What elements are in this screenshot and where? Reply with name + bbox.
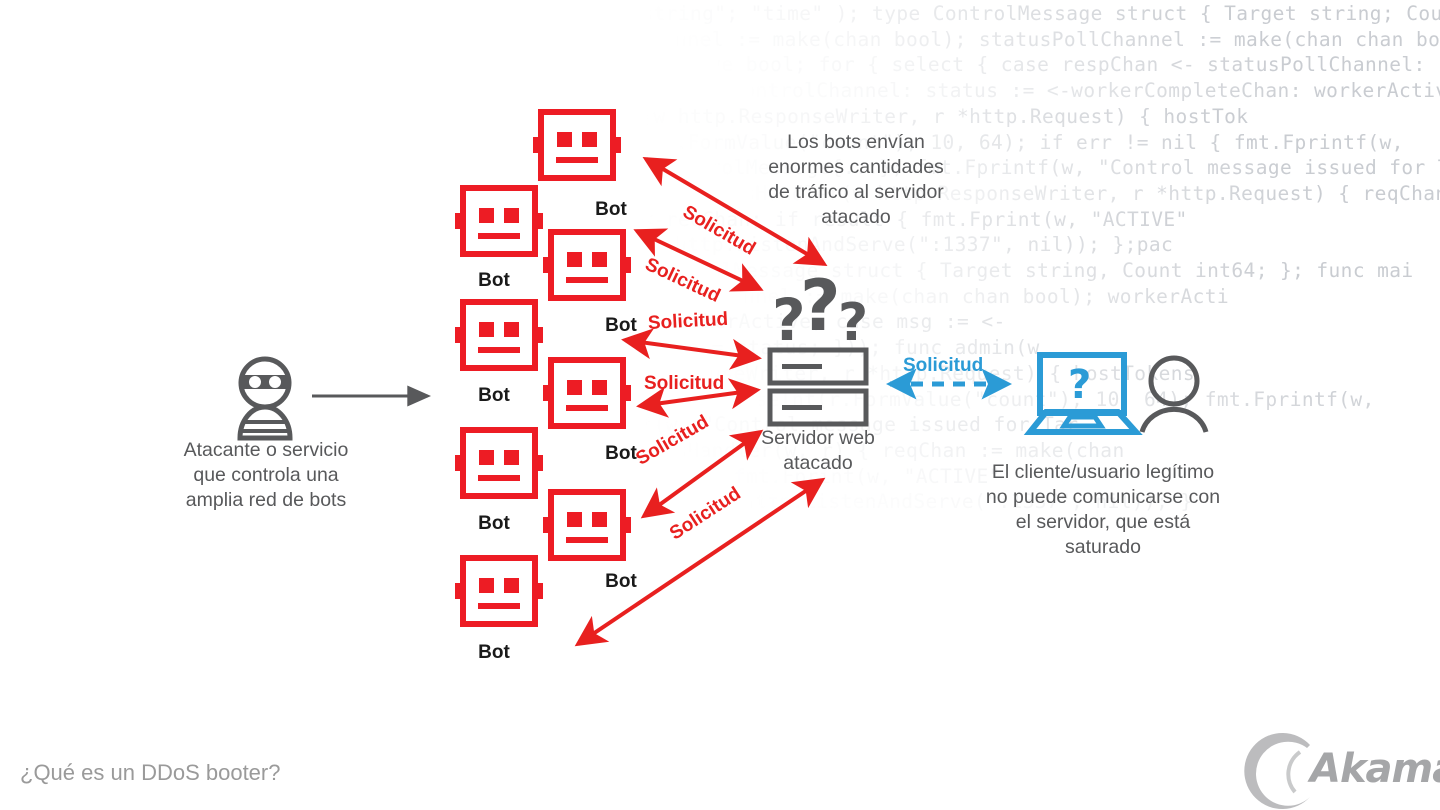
bot-icon [533,112,621,178]
bot-icon [455,302,543,368]
bot-icon [543,492,631,558]
background-code-line: log.Fatal(http.ListenAndServe(":1337", n… [554,233,1174,257]
svg-text:?: ? [800,265,841,347]
client-request-label: Solicitud [903,355,984,376]
attack-request-label: Solicitud [647,308,729,334]
attack-request-label: Solicitud [632,411,713,470]
svg-text:?: ? [772,286,806,354]
diagram-canvas: urlParam "string"; "time" ); type Contro… [0,0,1440,810]
client-label-line: El cliente/usuario legítimo [991,461,1215,483]
background-code-line: workerActive bool; for { select { case r… [588,53,1440,77]
svg-text:?: ? [1068,362,1091,408]
masked-attacker-icon [237,356,293,441]
background-code-line: msg := <-controlChannel: status := <-wor… [622,79,1440,103]
background-code-line: cm := ControlMessage{...}; fmt.Fprintf(w… [588,156,1440,180]
akamai-swoosh-icon [1244,733,1310,809]
akamai-wordmark: Akamai [1310,746,1440,792]
traffic-callout-line: atacado [821,206,891,228]
background-code-line: ParseInt(r.FormValue("count"), 10, 64); … [554,130,1404,154]
bot-icon [455,430,543,496]
attacker-label-line: amplia red de bots [185,489,347,511]
diagram-graphics: ? ? ? ? [237,0,1310,809]
background-code-line: controlChannel := make(chan bool); statu… [554,27,1440,51]
bot-icon [543,360,631,426]
attack-arrow [621,328,762,370]
attack-request-label: Solicitud [644,373,725,394]
bot-label: Bot [595,199,627,220]
bot-label: Bot [478,513,510,534]
traffic-callout-line: enormes cantidades [768,156,944,178]
background-code-line: func admin(w http.ResponseWriter, r *htt… [520,104,1249,128]
background-code-line: strconv.ParseInt(r.FormValue("count"), 1… [622,387,1375,411]
server-label-line: atacado [783,452,853,474]
bot-label: Bot [478,642,510,663]
traffic-callout-text: Los bots envían enormes cantidades de tr… [745,130,967,230]
traffic-callout-line: Los bots envían [787,131,925,153]
client-label-line: el servidor, que está [1015,511,1191,533]
svg-text:?: ? [838,293,868,353]
question-marks-icon: ? ? ? [772,265,868,354]
laptop-question-icon: ? [1023,352,1143,435]
bot-icon [455,558,543,624]
attacker-label: Atacante o servicio que controla una amp… [148,438,384,513]
bot-label: Bot [605,315,637,336]
background-code-line: type ControlMessage struct { Target stri… [588,259,1414,282]
attacker-label-line: Atacante o servicio [183,439,349,461]
background-code-line: urlParam "string"; "time" ); type Contro… [520,2,1440,25]
client-label-line: no puede comunicarse con [985,486,1221,508]
server-stack-icon [767,347,869,427]
bot-icon [543,232,631,298]
client-label: El cliente/usuario legítimo no puede com… [960,460,1246,560]
client-label-line: saturado [1065,536,1141,558]
bot-label: Bot [605,571,637,592]
page-title: ¿Qué es un DDoS booter? [20,760,281,785]
traffic-callout-line: de tráfico al servidor [768,181,944,203]
server-label-line: Servidor web [761,427,875,449]
attack-request-label: Solicitud [666,483,745,545]
attack-request-label: Solicitud [641,254,724,307]
bot-label: Bot [478,270,510,291]
bot-label: Bot [478,385,510,406]
attacker-label-line: que controla una [193,464,339,486]
server-label: Servidor web atacado [731,426,905,476]
user-icon [1139,355,1209,433]
bot-icon [455,188,543,254]
